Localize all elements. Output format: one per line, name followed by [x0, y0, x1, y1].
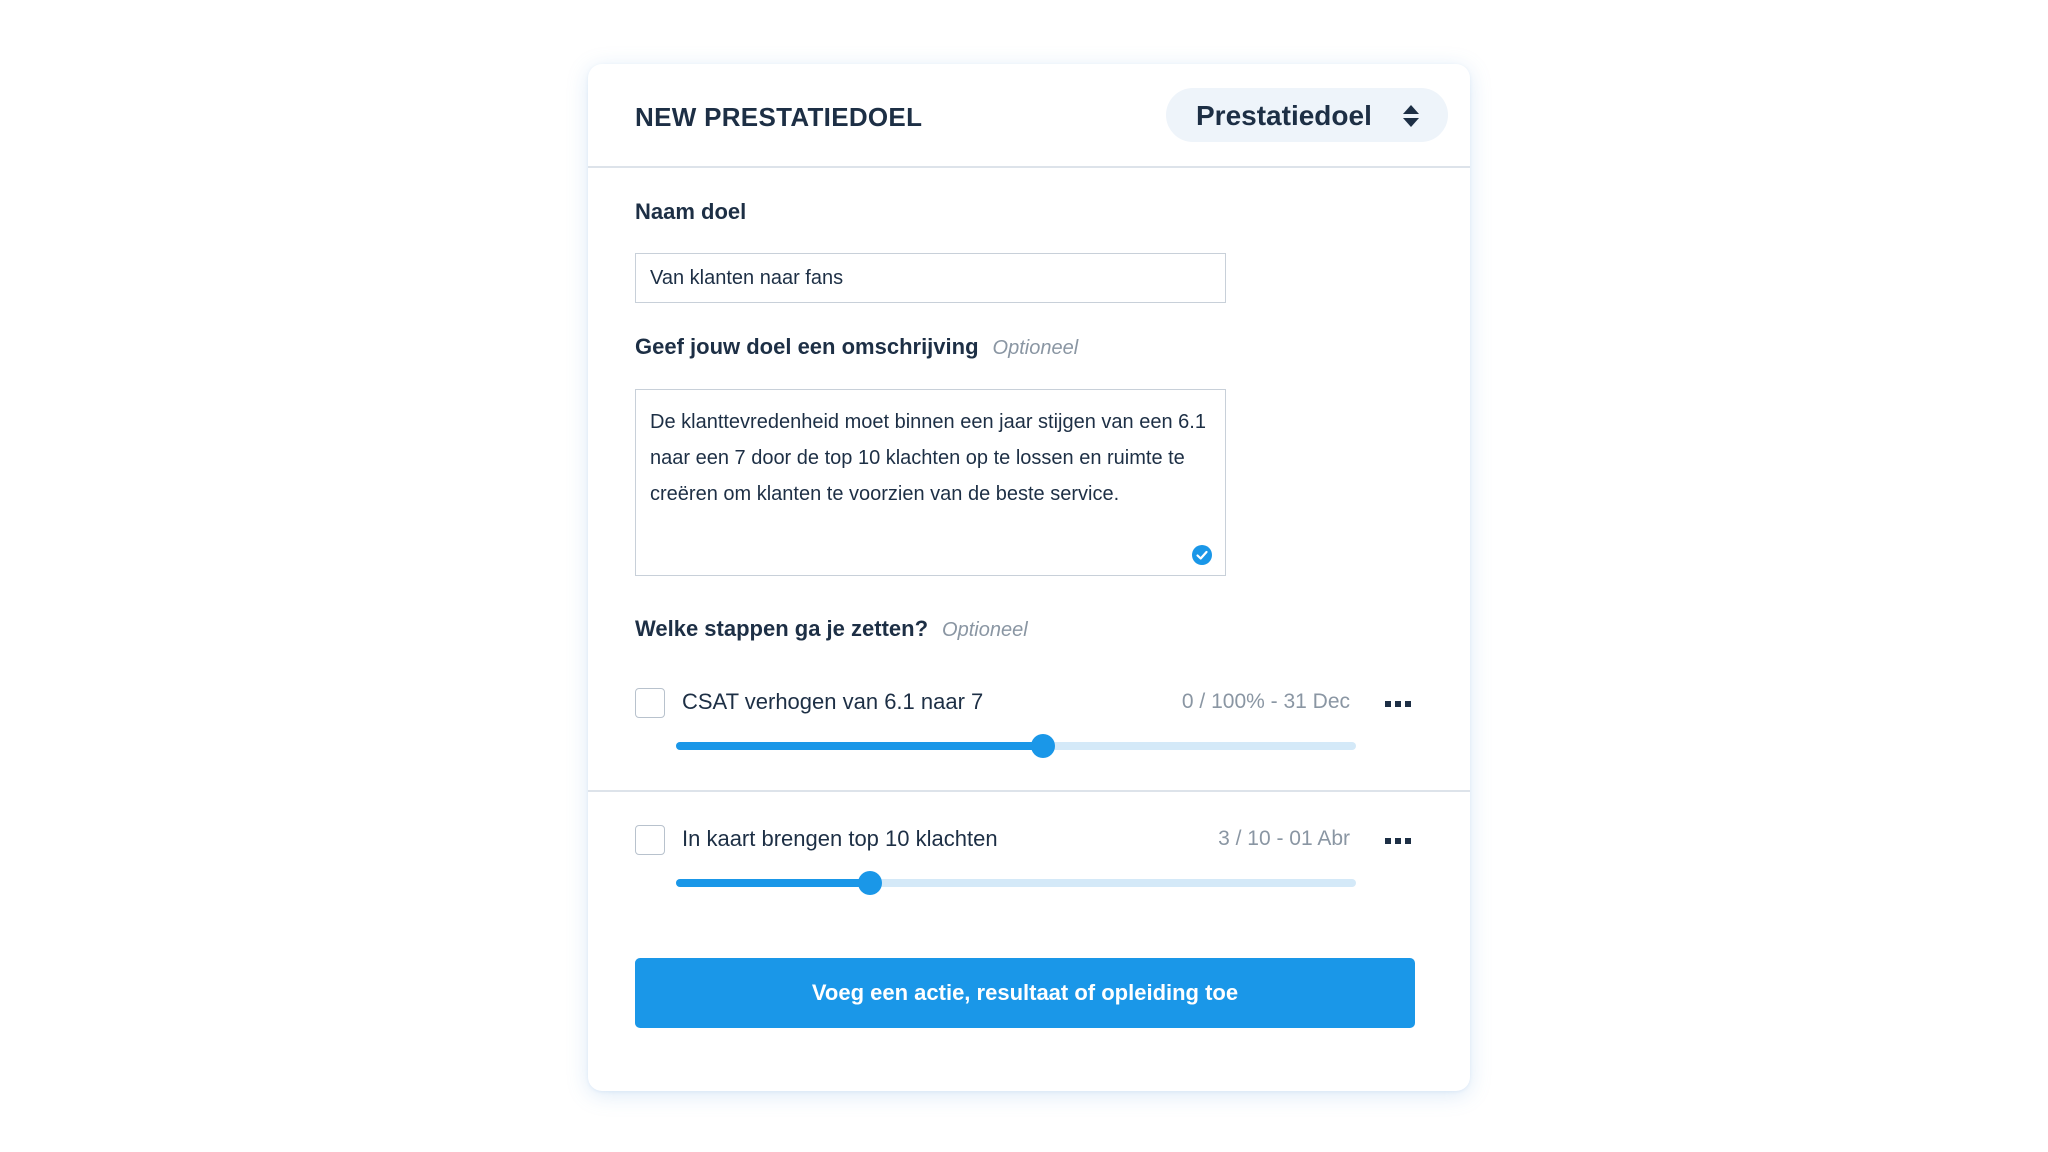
slider-thumb[interactable] — [1031, 734, 1056, 758]
step-title: CSAT verhogen van 6.1 naar 7 — [682, 689, 984, 714]
goal-type-select[interactable]: Prestatiedoel — [1166, 88, 1448, 142]
more-options-icon[interactable] — [1382, 829, 1414, 853]
step-title: In kaart brengen top 10 klachten — [682, 826, 998, 851]
description-optional-tag: Optioneel — [992, 337, 1079, 359]
more-options-icon[interactable] — [1382, 692, 1414, 716]
steps-label-text: Welke stappen ga je zetten? — [635, 616, 929, 641]
card-header: NEW PRESTATIEDOEL Prestatiedoel — [588, 64, 1470, 168]
steps-field-label: Welke stappen ga je zetten? Optioneel — [635, 616, 1028, 642]
steps-optional-tag: Optioneel — [942, 619, 1028, 641]
step-checkbox[interactable] — [635, 688, 665, 718]
step-progress-slider[interactable] — [676, 871, 1356, 895]
step-progress-meta: 3 / 10 - 01 Abr — [1218, 827, 1350, 850]
slider-thumb[interactable] — [857, 871, 882, 895]
description-field-label: Geef jouw doel een omschrijving Optioneel — [635, 334, 1078, 360]
slider-fill — [676, 742, 1044, 750]
goal-description-textarea[interactable]: De klanttevredenheid moet binnen een jaa… — [635, 389, 1226, 576]
step-progress-meta: 0 / 100% - 31 Dec — [1181, 690, 1350, 713]
goal-card: NEW PRESTATIEDOEL Prestatiedoel Naam doe… — [588, 64, 1470, 1091]
sort-icon — [1403, 105, 1419, 127]
slider-fill — [676, 879, 870, 887]
step-progress-slider[interactable] — [676, 734, 1356, 758]
description-label-text: Geef jouw doel een omschrijving — [635, 334, 979, 359]
goal-type-selected-value: Prestatiedoel — [1196, 100, 1372, 131]
step-item: CSAT verhogen van 6.1 naar 7 0 / 100% - … — [588, 688, 1470, 798]
page-title: NEW PRESTATIEDOEL — [635, 102, 923, 132]
goal-name-input[interactable] — [635, 253, 1226, 303]
name-field-label: Naam doel — [635, 199, 747, 224]
step-checkbox[interactable] — [635, 825, 665, 855]
add-action-button[interactable]: Voeg een actie, resultaat of opleiding t… — [635, 958, 1415, 1028]
check-circle-icon — [1192, 545, 1212, 565]
step-divider — [588, 790, 1470, 792]
step-item: In kaart brengen top 10 klachten 3 / 10 … — [588, 825, 1470, 935]
